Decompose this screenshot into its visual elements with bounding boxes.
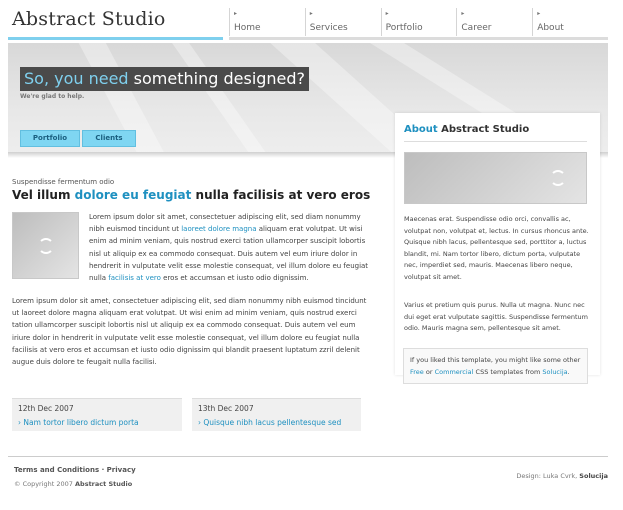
sidebar-title-accent: About bbox=[404, 124, 438, 135]
nav-item-label[interactable]: Career bbox=[461, 23, 532, 33]
headline-text: Vel illum bbox=[12, 188, 75, 202]
banner-title-highlight: So, you need bbox=[24, 69, 129, 88]
promo-free-link[interactable]: Free bbox=[410, 368, 424, 376]
footer-divider bbox=[8, 456, 608, 457]
sidebar-paragraph-1: Maecenas erat. Suspendisse odio orci, co… bbox=[404, 215, 589, 281]
nav-item-label[interactable]: Portfolio bbox=[386, 23, 457, 33]
sidebar-title-rest: Abstract Studio bbox=[437, 124, 530, 135]
banner-title: So, you need something designed? bbox=[20, 67, 310, 91]
nav-item-career[interactable]: ▸ Career bbox=[456, 8, 532, 36]
sidebar-divider bbox=[404, 141, 587, 142]
inline-link[interactable]: laoreet dolore magna bbox=[181, 225, 256, 233]
promo-solucija-link[interactable]: Solucija bbox=[542, 368, 567, 376]
article-kicker: Suspendisse fermentum odio bbox=[12, 178, 115, 186]
copyright-text: © Copyright 2007 bbox=[14, 480, 76, 488]
nav-arrow-icon: ▸ bbox=[234, 10, 238, 17]
article-image-placeholder bbox=[12, 212, 79, 279]
promo-text: . bbox=[567, 368, 570, 376]
article-paragraph-1: Lorem ipsum dolor sit amet, consectetuer… bbox=[89, 211, 370, 284]
sidebar-paragraph-2: Varius et pretium quis purus. Nulla ut m… bbox=[404, 301, 588, 333]
nav-arrow-icon: ▸ bbox=[309, 10, 313, 17]
portfolio-button[interactable]: Portfolio bbox=[20, 130, 80, 147]
headline-link[interactable]: dolore eu feugiat bbox=[75, 188, 192, 202]
designer-link[interactable]: Solucija bbox=[579, 472, 608, 480]
sidebar-image-placeholder bbox=[404, 152, 587, 204]
nav-item-services[interactable]: ▸ Services bbox=[304, 8, 381, 36]
copyright-owner: Abstract Studio bbox=[75, 480, 133, 488]
main-nav: ▸ Home ▸ Services ▸ Portfolio ▸ Career ▸… bbox=[229, 8, 608, 36]
inline-link[interactable]: facilisis at vero bbox=[108, 274, 161, 282]
nav-underline bbox=[229, 37, 608, 40]
news-link[interactable]: › Nam tortor libero dictum porta bbox=[18, 418, 139, 427]
logo-underline bbox=[8, 37, 223, 40]
promo-text: or bbox=[423, 368, 435, 376]
nav-item-label[interactable]: Home bbox=[234, 23, 305, 33]
footer-design-credit: Design: Luka Cvrk, Solucija bbox=[516, 472, 608, 480]
nav-item-about[interactable]: ▸ About bbox=[532, 8, 608, 36]
banner-ray bbox=[158, 43, 285, 157]
promo-text: CSS templates from bbox=[473, 368, 543, 376]
clients-button[interactable]: Clients bbox=[82, 130, 136, 147]
nav-arrow-icon: ▸ bbox=[537, 10, 541, 17]
nav-item-home[interactable]: ▸ Home bbox=[229, 8, 305, 36]
para-text: eros et accumsan et iusto odio dignissim… bbox=[160, 274, 309, 283]
loading-spinner-icon bbox=[37, 237, 54, 254]
nav-arrow-icon: ▸ bbox=[461, 10, 465, 17]
news-item: 12th Dec 2007 › Nam tortor libero dictum… bbox=[12, 398, 182, 431]
promo-text: If you liked this template, you might li… bbox=[410, 356, 581, 364]
banner-subtitle: We're glad to help. bbox=[20, 93, 85, 100]
news-item: 13th Dec 2007 › Quisque nibh lacus pelle… bbox=[192, 398, 361, 431]
sidebar-title: About Abstract Studio bbox=[404, 124, 529, 135]
article-headline: Vel illum dolore eu feugiat nulla facili… bbox=[12, 188, 370, 202]
site-logo[interactable]: Abstract Studio bbox=[12, 8, 166, 30]
design-text: Design: Luka Cvrk, bbox=[516, 472, 580, 480]
loading-spinner-icon bbox=[550, 170, 566, 186]
nav-item-label[interactable]: About bbox=[537, 23, 608, 33]
promo-commercial-link[interactable]: Commercial bbox=[435, 368, 474, 376]
news-date: 13th Dec 2007 bbox=[198, 404, 254, 413]
banner-title-rest: something designed? bbox=[128, 69, 306, 88]
news-link[interactable]: › Quisque nibh lacus pellentesque sed bbox=[198, 418, 341, 427]
news-date: 12th Dec 2007 bbox=[18, 404, 74, 413]
nav-arrow-icon: ▸ bbox=[385, 10, 389, 17]
nav-item-portfolio[interactable]: ▸ Portfolio bbox=[380, 8, 457, 36]
template-promo: If you liked this template, you might li… bbox=[403, 348, 588, 384]
about-sidebar: About Abstract Studio Maecenas erat. Sus… bbox=[395, 113, 600, 375]
article-paragraph-2: Lorem ipsum dolor sit amet, consectetuer… bbox=[12, 297, 367, 367]
footer-copyright: © Copyright 2007 Abstract Studio bbox=[14, 480, 132, 488]
nav-item-label[interactable]: Services bbox=[310, 23, 381, 33]
footer-links[interactable]: Terms and Conditions · Privacy bbox=[14, 466, 136, 474]
headline-text: nulla facilisis at vero eros bbox=[191, 188, 371, 202]
